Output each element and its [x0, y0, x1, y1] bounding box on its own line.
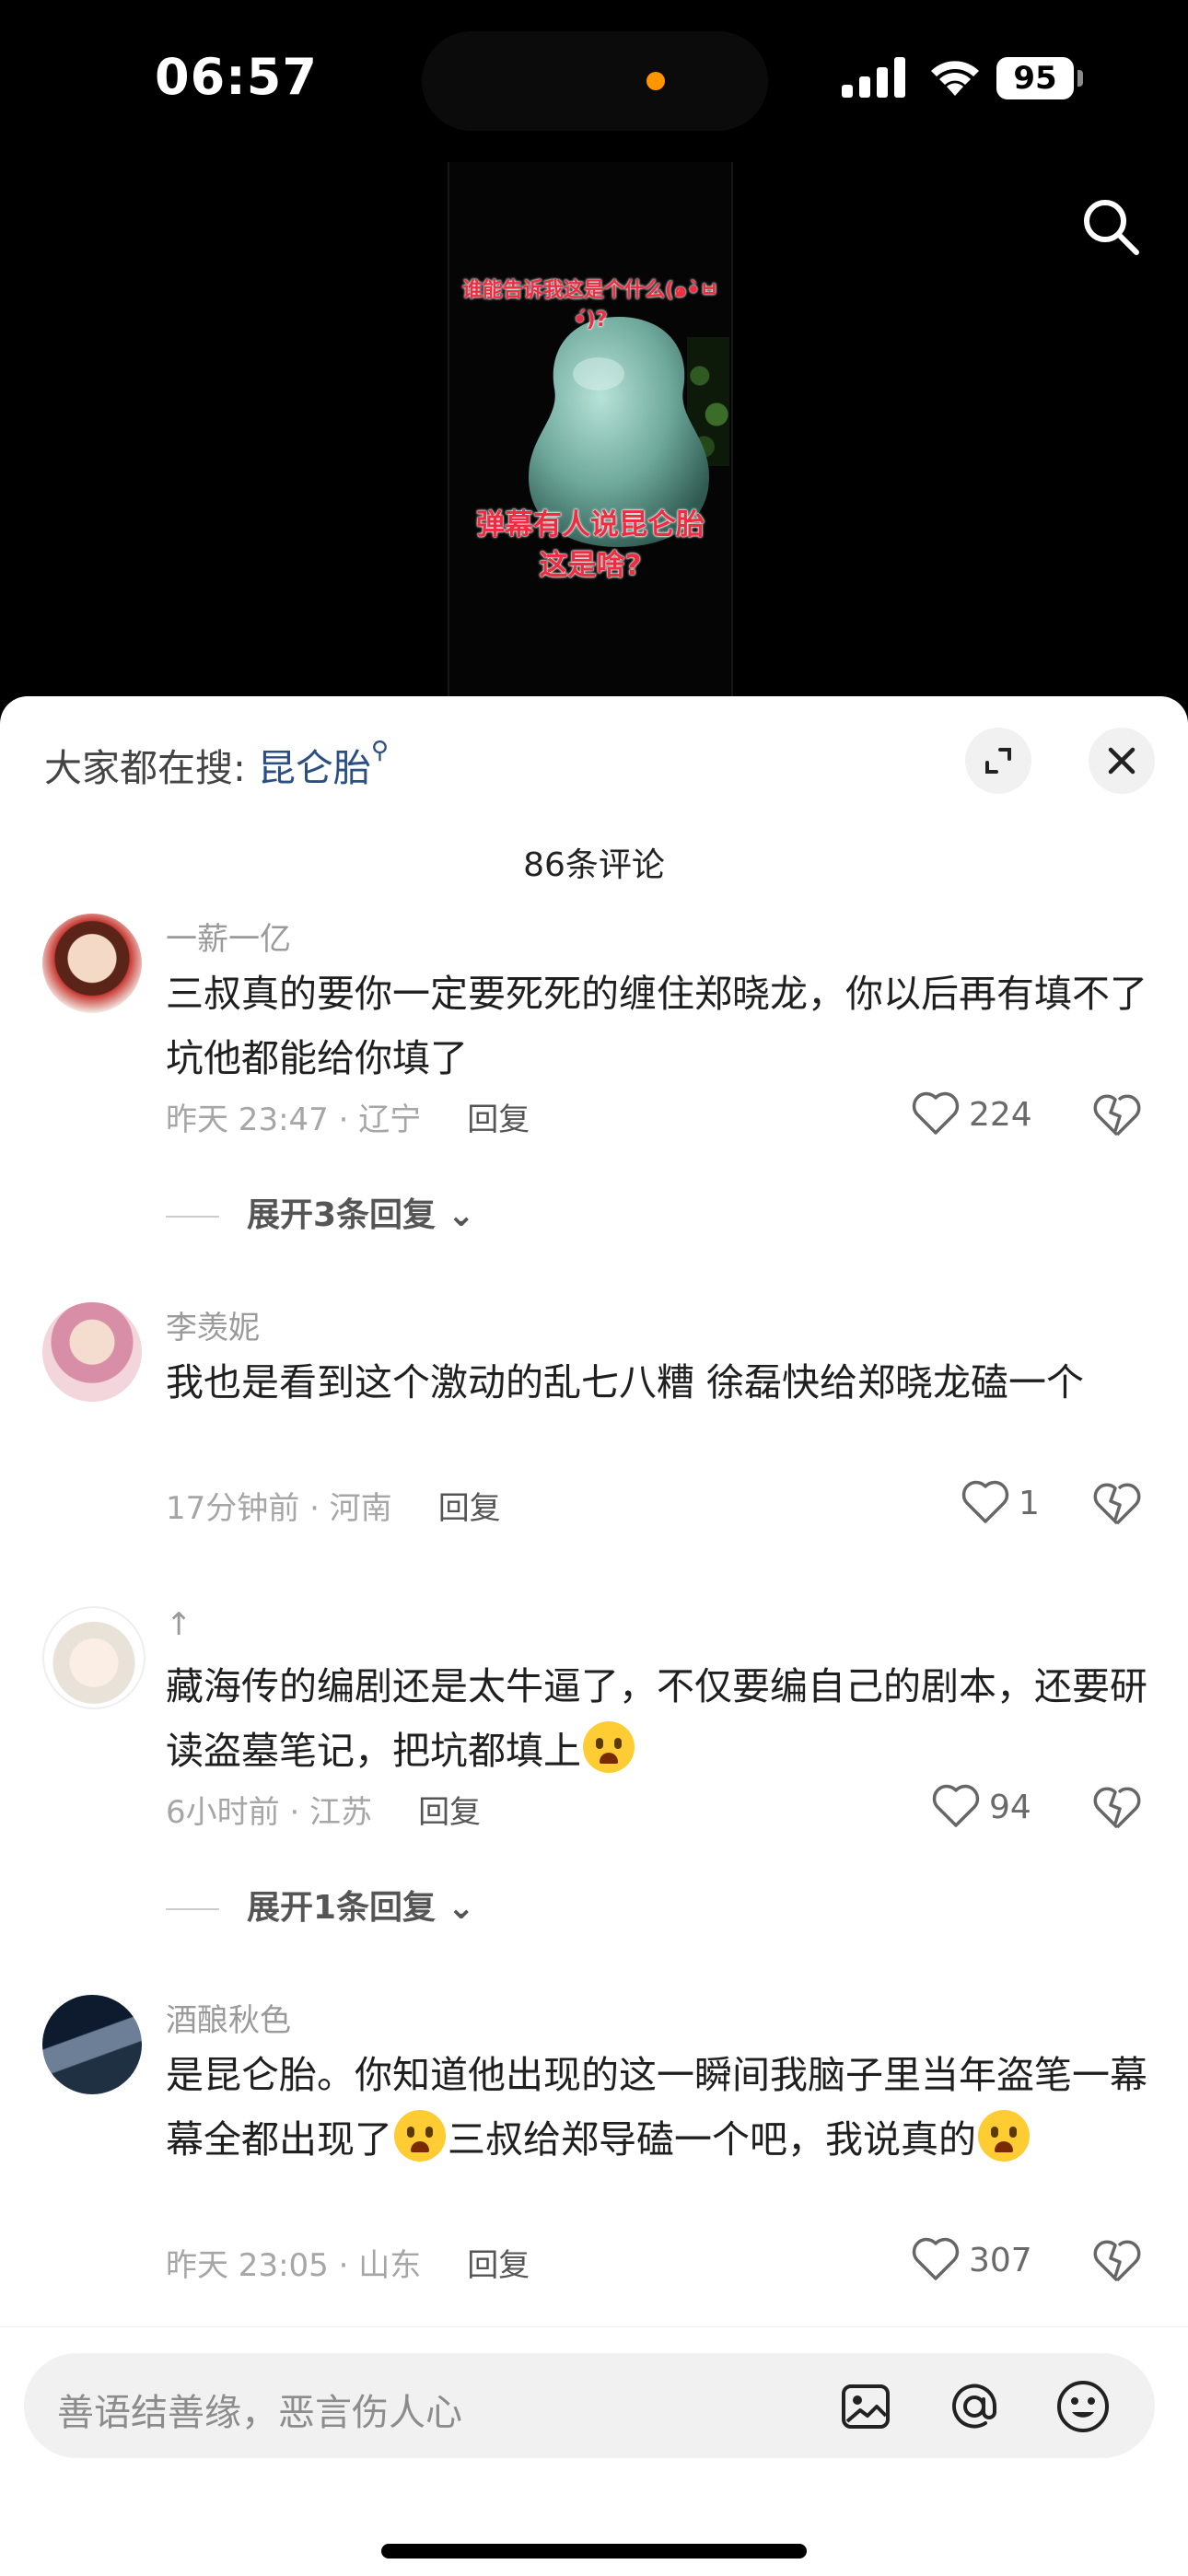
like-count: 94	[989, 1789, 1031, 1826]
like-count: 1	[1019, 1485, 1040, 1522]
comment-username[interactable]: 酒酿秋色	[166, 1995, 291, 2040]
comment-username[interactable]: ↑	[166, 1606, 192, 1643]
cellular-signal-icon	[842, 57, 905, 98]
reply-button[interactable]: 回复	[418, 1794, 481, 1831]
comment-text-content: 藏海传的编剧还是太牛逼了，不仅要编自己的剧本，还要研读盗墓笔记，把坑都填上	[166, 1664, 1147, 1773]
crying-emoji-icon	[978, 2110, 1030, 2162]
comment-input-bar: 善语结善缘，恶言伤人心	[0, 2326, 1188, 2576]
comment-input-placeholder: 善语结善缘，恶言伤人心	[57, 2392, 462, 2434]
avatar[interactable]	[42, 1302, 142, 1402]
reply-button[interactable]: 回复	[467, 2247, 530, 2284]
crying-emoji-icon	[583, 1721, 635, 1773]
comment-username[interactable]: 一薪一亿	[166, 914, 291, 959]
broken-heart-icon[interactable]	[1092, 1090, 1142, 1140]
emoji-icon[interactable]	[1054, 2377, 1112, 2436]
video-caption-top: 谁能告诉我这是个什么(๑•̀ㅂ•́)?	[461, 279, 719, 332]
battery-icon: 95	[996, 57, 1085, 99]
trending-search[interactable]: 大家都在搜: 昆仑胎⚲	[44, 737, 389, 792]
heart-icon	[961, 1480, 1009, 1523]
comment-text-part2: 三叔给郑导磕一个吧，我说真的	[448, 2117, 976, 2162]
chevron-down-icon: ⌄	[447, 1196, 475, 1234]
chevron-down-icon: ⌄	[447, 1889, 475, 1927]
status-bar: 06:57 95	[0, 0, 1188, 157]
expand-replies[interactable]: 展开3条回复 ⌄	[166, 1188, 475, 1236]
broken-heart-icon[interactable]	[1092, 1783, 1142, 1833]
comment-meta: 17分钟前 · 河南 回复	[166, 1483, 501, 1528]
comment-meta: 昨天 23:47 · 辽宁 回复	[166, 1094, 530, 1139]
comment-text: 三叔真的要你一定要死死的缠住郑晓龙，你以后再有填不了坑他都能给你填了	[166, 972, 1147, 1080]
comment-username[interactable]: 李羡妮	[166, 1302, 260, 1347]
mention-icon[interactable]	[945, 2377, 1004, 2436]
comment-time-location: 昨天 23:47 · 辽宁	[166, 1102, 422, 1138]
comment-count: 86条评论	[523, 846, 665, 884]
avatar[interactable]	[42, 1606, 146, 1709]
heart-icon	[932, 1784, 980, 1827]
status-time: 06:57	[155, 48, 318, 106]
search-icon[interactable]	[1077, 193, 1144, 260]
wifi-icon	[931, 61, 979, 96]
battery-level: 95	[996, 57, 1074, 99]
close-icon	[1108, 747, 1136, 775]
heart-icon	[912, 2237, 960, 2280]
reply-button[interactable]: 回复	[438, 1490, 501, 1527]
recording-indicator	[646, 72, 665, 90]
image-icon[interactable]	[836, 2377, 895, 2436]
comment-text: 我也是看到这个激动的乱七八糟 徐磊快给郑晓龙磕一个	[166, 1360, 1085, 1405]
comment-time-location: 17分钟前 · 河南	[166, 1490, 392, 1527]
crying-emoji-icon	[394, 2110, 446, 2162]
comment-text: 藏海传的编剧还是太牛逼了，不仅要编自己的剧本，还要研读盗墓笔记，把坑都填上	[166, 1654, 1151, 1783]
divider-line	[166, 1908, 219, 1910]
heart-icon	[912, 1091, 960, 1135]
expand-replies-label: 展开3条回复	[247, 1196, 437, 1234]
like-button[interactable]: 224	[912, 1090, 1041, 1142]
video-caption-bottom: 弹幕有人说昆仑胎这是啥?	[476, 508, 705, 582]
broken-heart-icon[interactable]	[1092, 1479, 1142, 1529]
like-count: 307	[969, 2242, 1032, 2279]
avatar[interactable]	[42, 914, 142, 1013]
comment-meta: 昨天 23:05 · 山东 回复	[166, 2240, 530, 2285]
home-indicator[interactable]	[381, 2544, 807, 2559]
expand-replies[interactable]: 展开1条回复 ⌄	[166, 1881, 475, 1929]
avatar[interactable]	[42, 1995, 142, 2094]
comment-time-location: 6小时前 · 江苏	[166, 1794, 373, 1831]
comment-time-location: 昨天 23:05 · 山东	[166, 2247, 422, 2284]
trending-keyword[interactable]: 昆仑胎	[258, 746, 371, 790]
trending-prefix: 大家都在搜:	[44, 746, 258, 790]
reply-button[interactable]: 回复	[467, 1102, 530, 1138]
search-small-icon: ⚲	[370, 737, 389, 764]
comment-meta: 6小时前 · 江苏 回复	[166, 1787, 481, 1832]
comment-text: 是昆仑胎。你知道他出现的这一瞬间我脑子里当年盗笔一幕幕全都出现了 三叔给郑导磕一个…	[166, 2043, 1151, 2172]
comment-sheet: 大家都在搜: 昆仑胎⚲ 86条评论 一薪一亿 三叔真的要你一定要死死的缠住郑晓龙…	[0, 696, 1188, 2326]
expand-icon	[985, 748, 1011, 774]
close-button[interactable]	[1089, 728, 1155, 794]
comment-input[interactable]: 善语结善缘，恶言伤人心	[24, 2353, 1155, 2458]
divider-line	[166, 1216, 219, 1218]
broken-heart-icon[interactable]	[1092, 2236, 1142, 2286]
dynamic-island	[422, 31, 768, 131]
expand-button[interactable]	[965, 728, 1031, 794]
expand-replies-label: 展开1条回复	[247, 1889, 437, 1927]
like-button[interactable]: 1	[961, 1479, 1044, 1531]
like-button[interactable]: 307	[912, 2236, 1041, 2288]
like-button[interactable]: 94	[932, 1783, 1042, 1835]
like-count: 224	[969, 1096, 1032, 1134]
